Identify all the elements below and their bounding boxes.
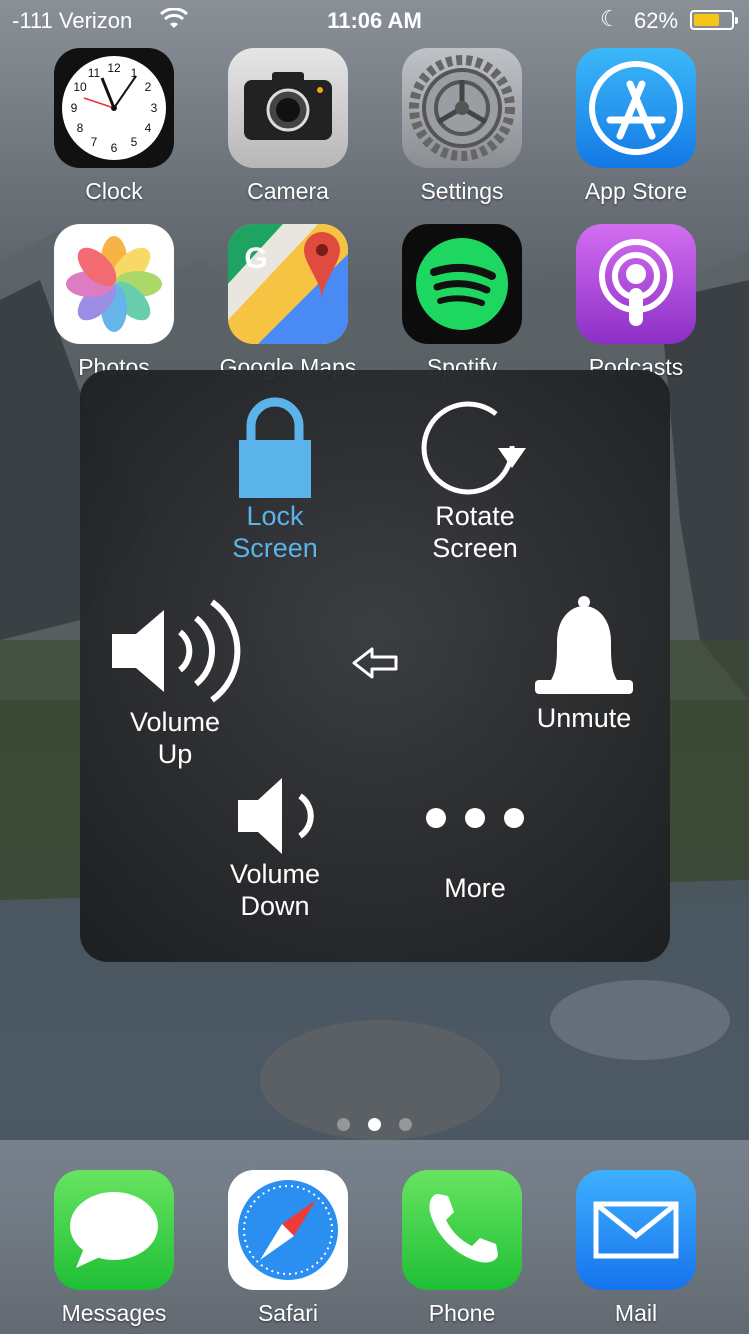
- app-label: Clock: [85, 178, 143, 204]
- app-label: Phone: [428, 1300, 496, 1326]
- google-g-letter: G: [244, 242, 267, 275]
- lock-label-line1: Lock: [246, 501, 304, 531]
- dock: Messages Safari Phone Mail: [0, 1140, 749, 1334]
- app-phone[interactable]: Phone: [375, 1170, 549, 1327]
- ellipsis-icon: [426, 808, 524, 828]
- app-label: Messages: [61, 1300, 167, 1326]
- more-button[interactable]: More: [405, 788, 545, 904]
- speaker-loud-icon: [112, 599, 241, 703]
- clock-number-9: 9: [71, 101, 78, 115]
- messages-icon: [54, 1170, 174, 1290]
- volume-down-button[interactable]: Volume Down: [205, 774, 345, 922]
- bell-icon: [535, 596, 633, 694]
- app-label: App Store: [584, 178, 688, 204]
- clock-number-3: 3: [151, 101, 158, 115]
- clock-number-12: 12: [107, 61, 121, 75]
- rotate-label-line2: Screen: [432, 533, 518, 563]
- clock-number-11: 11: [88, 66, 101, 80]
- app-messages[interactable]: Messages: [27, 1170, 201, 1327]
- battery-percent: 62%: [634, 8, 679, 33]
- app-spotify[interactable]: Spotify: [375, 224, 549, 381]
- page-dot[interactable]: [337, 1118, 350, 1131]
- volume-down-label-line1: Volume: [229, 859, 321, 889]
- app-app-store[interactable]: App Store: [549, 48, 723, 205]
- battery-icon: [690, 10, 738, 30]
- unmute-button[interactable]: Unmute: [514, 592, 654, 734]
- podcasts-icon: [576, 224, 696, 344]
- app-label: Camera: [247, 178, 329, 204]
- spotify-icon: [402, 224, 522, 344]
- settings-gear-icon: [402, 48, 522, 168]
- padlock-icon: [239, 397, 311, 498]
- assistive-touch-menu: Lock Screen Rotate Screen Volume Up Unmu…: [80, 370, 670, 962]
- volume-up-label-line1: Volume: [129, 707, 221, 737]
- camera-icon: [228, 48, 348, 168]
- page-dot[interactable]: [399, 1118, 412, 1131]
- app-safari[interactable]: Safari: [201, 1170, 375, 1327]
- status-bar: -111 Verizon 11:06 AM ☾ 62%: [0, 0, 749, 40]
- more-label: More: [444, 873, 506, 903]
- safari-compass-icon: [228, 1170, 348, 1290]
- rotate-label-line1: Rotate: [435, 501, 515, 531]
- rotate-icon: [421, 401, 526, 495]
- clock-icon: 12 1 2 3 4 5 6 7 8 9 10 11: [54, 48, 174, 168]
- phone-icon: [402, 1170, 522, 1290]
- google-maps-icon: G: [228, 224, 348, 344]
- volume-up-button[interactable]: Volume Up: [100, 596, 250, 770]
- clock-number-5: 5: [131, 135, 138, 149]
- clock-number-4: 4: [145, 121, 152, 135]
- page-dot-active[interactable]: [368, 1118, 381, 1131]
- app-label: Mail: [614, 1300, 658, 1326]
- back-button[interactable]: [350, 646, 400, 680]
- clock-number-6: 6: [111, 141, 118, 155]
- app-mail[interactable]: Mail: [549, 1170, 723, 1327]
- clock-number-7: 7: [91, 135, 98, 149]
- back-arrow-icon: [352, 647, 398, 679]
- app-podcasts[interactable]: Podcasts: [549, 224, 723, 381]
- volume-down-label-line2: Down: [240, 891, 310, 921]
- app-clock[interactable]: 12 1 2 3 4 5 6 7 8 9 10 11 Clock: [27, 48, 201, 205]
- page-indicator[interactable]: [0, 1118, 749, 1136]
- volume-up-label-line2: Up: [157, 739, 193, 769]
- app-settings[interactable]: Settings: [375, 48, 549, 205]
- app-label: Safari: [257, 1300, 319, 1326]
- app-google-maps[interactable]: G Google Maps: [201, 224, 375, 381]
- clock-number-8: 8: [77, 121, 84, 135]
- lock-screen-button[interactable]: Lock Screen: [210, 396, 340, 564]
- rotate-screen-button[interactable]: Rotate Screen: [410, 396, 540, 564]
- clock-number-10: 10: [73, 80, 87, 94]
- lock-label-line2: Screen: [232, 533, 318, 563]
- mail-icon: [576, 1170, 696, 1290]
- moon-icon: ☾: [600, 6, 620, 31]
- unmute-label: Unmute: [536, 703, 632, 733]
- app-store-icon: [576, 48, 696, 168]
- app-label: Settings: [420, 178, 504, 204]
- app-photos[interactable]: Photos: [27, 224, 201, 381]
- clock-number-2: 2: [145, 80, 152, 94]
- photos-icon: [54, 224, 174, 344]
- app-camera[interactable]: Camera: [201, 48, 375, 205]
- speaker-quiet-icon: [238, 778, 314, 854]
